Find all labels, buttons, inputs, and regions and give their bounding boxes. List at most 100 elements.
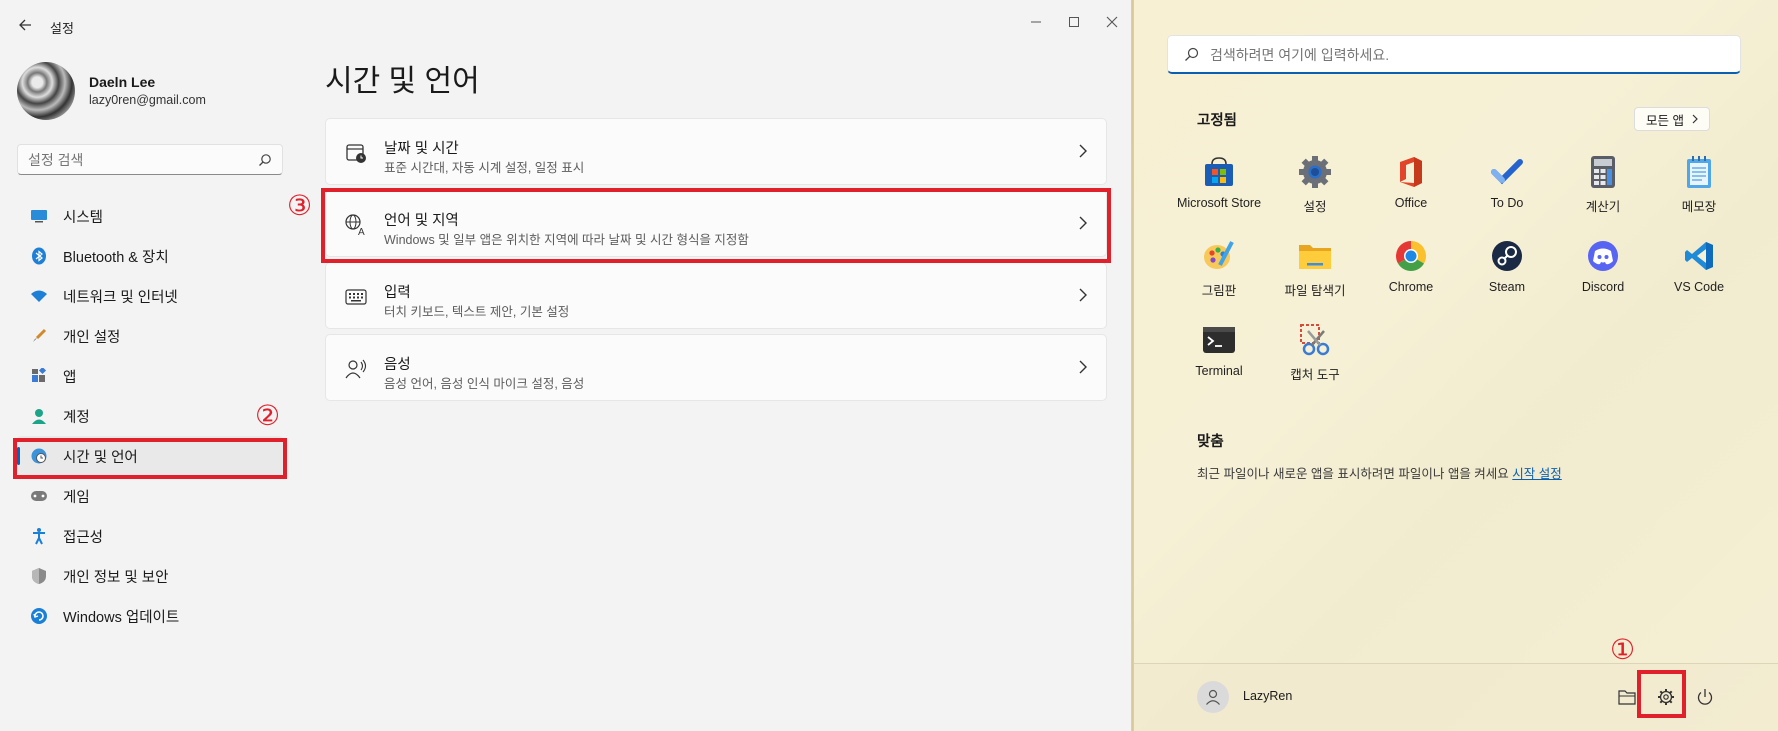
- brush-icon: [29, 326, 49, 346]
- monitor-icon: [29, 206, 49, 226]
- app-title: 설정: [50, 21, 74, 36]
- sidebar-nav: 시스템 Bluetooth & 장치 네트워크 및 인터넷 개인 설정 앱 계정…: [17, 196, 283, 636]
- start-search[interactable]: [1167, 35, 1741, 74]
- sidebar-item-network[interactable]: 네트워크 및 인터넷: [17, 276, 283, 316]
- minimize-icon: [1031, 21, 1041, 23]
- maximize-icon: [1069, 17, 1079, 27]
- settings-gear-icon: [1297, 154, 1333, 190]
- annotation-step-1: ①: [1610, 633, 1636, 666]
- app-label: Office: [1394, 196, 1428, 210]
- app-todo[interactable]: To Do: [1459, 150, 1555, 234]
- accessibility-icon: [29, 526, 49, 546]
- sidebar-item-gaming[interactable]: 게임: [17, 476, 283, 516]
- chevron-right-icon: [1079, 360, 1087, 374]
- sidebar-item-bluetooth[interactable]: Bluetooth & 장치: [17, 236, 283, 276]
- card-title: 입력: [384, 285, 411, 301]
- back-button[interactable]: [14, 14, 36, 36]
- all-apps-label: 모든 앱: [1646, 113, 1684, 128]
- card-typing[interactable]: 입력 터치 키보드, 텍스트 제안, 기본 설정: [325, 262, 1107, 329]
- start-settings-link[interactable]: 시작 설정: [1512, 467, 1561, 481]
- notepad-icon: [1681, 154, 1717, 190]
- bluetooth-icon: [29, 246, 49, 266]
- app-label: Chrome: [1388, 280, 1434, 294]
- profile-email: lazy0ren@gmail.com: [89, 93, 206, 107]
- maximize-button[interactable]: [1054, 8, 1094, 36]
- app-label: VS Code: [1673, 280, 1725, 294]
- app-label: Microsoft Store: [1176, 196, 1262, 210]
- app-office[interactable]: Office: [1363, 150, 1459, 234]
- store-icon: [1201, 154, 1237, 190]
- all-apps-button[interactable]: 모든 앱: [1634, 107, 1710, 131]
- app-calculator[interactable]: 계산기: [1555, 150, 1651, 234]
- chevron-right-icon: [1692, 114, 1698, 124]
- todo-icon: [1489, 154, 1525, 190]
- app-label: Terminal: [1195, 364, 1243, 378]
- recommended-message: 최근 파일이나 새로운 앱을 표시하려면 파일이나 앱을 켜세요 시작 설정: [1197, 463, 1562, 482]
- app-microsoft-store[interactable]: Microsoft Store: [1171, 150, 1267, 234]
- card-date-time[interactable]: 날짜 및 시간 표준 시간대, 자동 시계 설정, 일정 표시: [325, 118, 1107, 185]
- sidebar-item-windows-update[interactable]: Windows 업데이트: [17, 596, 283, 636]
- person-icon: [1206, 689, 1220, 705]
- steam-icon: [1489, 238, 1525, 274]
- app-steam[interactable]: Steam: [1459, 234, 1555, 318]
- sidebar-item-label: 개인 정보 및 보안: [63, 569, 169, 586]
- search-icon: [259, 154, 271, 166]
- calendar-clock-icon: [344, 141, 368, 165]
- sidebar-item-label: 시스템: [63, 209, 104, 226]
- sidebar-item-label: 개인 설정: [63, 329, 121, 346]
- app-label: 캡처 도구: [1290, 368, 1340, 382]
- apps-icon: [29, 366, 49, 386]
- app-snipping-tool[interactable]: 캡처 도구: [1267, 318, 1363, 402]
- power-icon: [1697, 689, 1713, 705]
- minimize-button[interactable]: [1016, 8, 1056, 36]
- sidebar-item-label: 계정: [63, 409, 90, 426]
- card-title: 날짜 및 시간: [384, 141, 459, 157]
- sidebar-item-system[interactable]: 시스템: [17, 196, 283, 236]
- app-paint[interactable]: 그림판: [1171, 234, 1267, 318]
- app-label: 계산기: [1585, 200, 1621, 214]
- settings-search[interactable]: [17, 144, 283, 175]
- chrome-icon: [1393, 238, 1429, 274]
- chevron-right-icon: [1079, 288, 1087, 302]
- annotation-highlight-time-language: [13, 438, 287, 479]
- app-chrome[interactable]: Chrome: [1363, 234, 1459, 318]
- app-notepad[interactable]: 메모장: [1651, 150, 1747, 234]
- snipping-tool-icon: [1297, 322, 1333, 358]
- power-button[interactable]: [1690, 682, 1720, 712]
- sidebar-item-accounts[interactable]: 계정: [17, 396, 283, 436]
- chevron-right-icon: [1079, 144, 1087, 158]
- user-avatar[interactable]: [1197, 681, 1229, 713]
- profile-name: Daeln Lee: [89, 74, 156, 90]
- close-icon: [1106, 16, 1118, 28]
- arrow-left-icon: [19, 19, 31, 31]
- sidebar-item-label: Bluetooth & 장치: [63, 249, 169, 266]
- app-settings[interactable]: 설정: [1267, 150, 1363, 234]
- sidebar-item-personalization[interactable]: 개인 설정: [17, 316, 283, 356]
- card-speech[interactable]: 음성 음성 언어, 음성 인식 마이크 설정, 음성: [325, 334, 1107, 401]
- title-bar: 설정: [0, 0, 1131, 50]
- close-button[interactable]: [1092, 8, 1132, 36]
- app-file-explorer[interactable]: 파일 탐색기: [1267, 234, 1363, 318]
- vscode-icon: [1681, 238, 1717, 274]
- sidebar-item-label: 네트워크 및 인터넷: [63, 289, 178, 306]
- user-name[interactable]: LazyRen: [1243, 689, 1292, 703]
- app-terminal[interactable]: Terminal: [1171, 318, 1267, 402]
- sidebar-item-accessibility[interactable]: 접근성: [17, 516, 283, 556]
- wifi-icon: [29, 286, 49, 306]
- start-search-input[interactable]: [1210, 45, 1710, 65]
- app-vscode[interactable]: VS Code: [1651, 234, 1747, 318]
- calculator-icon: [1585, 154, 1621, 190]
- app-label: 그림판: [1201, 284, 1237, 298]
- sidebar-item-privacy[interactable]: 개인 정보 및 보안: [17, 556, 283, 596]
- gamepad-icon: [29, 486, 49, 506]
- settings-search-input[interactable]: [28, 151, 248, 169]
- pinned-heading: 고정됨: [1197, 113, 1238, 129]
- discord-icon: [1585, 238, 1621, 274]
- office-icon: [1393, 154, 1429, 190]
- start-menu: 고정됨 모든 앱 Microsoft Store 설정 Office To Do…: [1133, 0, 1778, 731]
- avatar: [17, 62, 75, 120]
- annotation-highlight-settings-button: [1637, 670, 1686, 718]
- app-discord[interactable]: Discord: [1555, 234, 1651, 318]
- user-profile[interactable]: Daeln Lee lazy0ren@gmail.com: [17, 62, 277, 120]
- sidebar-item-apps[interactable]: 앱: [17, 356, 283, 396]
